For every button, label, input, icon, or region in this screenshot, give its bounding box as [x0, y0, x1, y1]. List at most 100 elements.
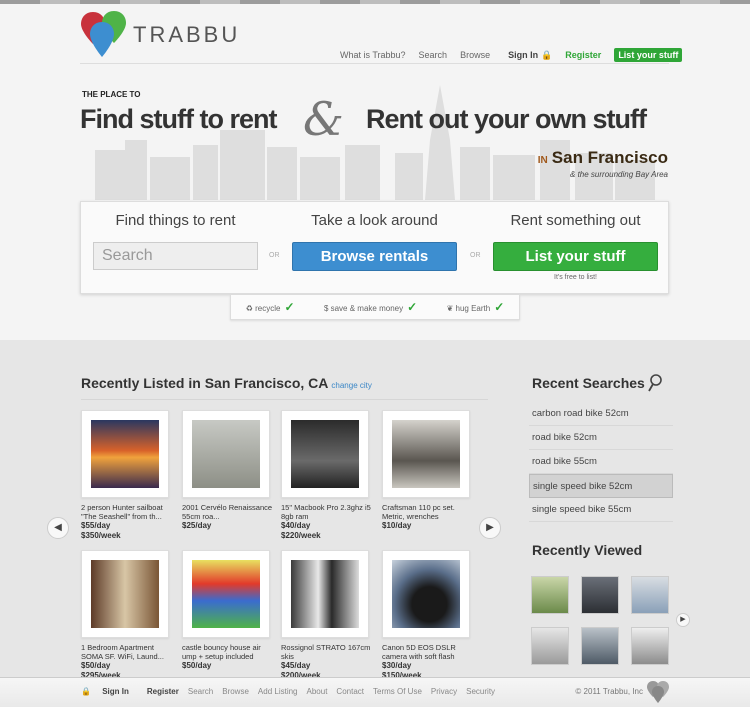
search-input[interactable]: Search [93, 242, 258, 270]
footer-register[interactable]: Register [147, 687, 179, 696]
listing-thumb[interactable] [182, 550, 270, 638]
footer-link-security[interactable]: Security [466, 687, 495, 696]
lock-icon: 🔒 [81, 687, 94, 696]
hero-in-label: IN [537, 155, 548, 166]
recently-viewed-thumb[interactable] [531, 576, 569, 614]
footer-links: 🔒 Sign In Register Search Browse Add Lis… [81, 687, 504, 696]
listing-title[interactable]: Craftsman 110 pc set. Metric, wrenches [382, 503, 474, 521]
sailboat-photo [91, 420, 159, 488]
listing-card[interactable]: 15" Macbook Pro 2.3ghz i5 8gb ram $40/da… [281, 410, 371, 541]
listing-card[interactable]: 2 person Hunter sailboat "The Seashell" … [81, 410, 169, 541]
list-your-stuff-button[interactable]: List your stuff [493, 242, 658, 271]
check-icon: ✓ [284, 300, 295, 314]
listing-title[interactable]: Canon 5D EOS DSLR camera with soft flash [382, 643, 474, 661]
listing-thumb[interactable] [81, 550, 169, 638]
recent-search-item[interactable]: carbon road bike 52cm [529, 402, 673, 426]
listing-title[interactable]: 15" Macbook Pro 2.3ghz i5 8gb ram [281, 503, 373, 521]
nav-browse[interactable]: Browse [460, 50, 490, 60]
listing-thumb[interactable] [182, 410, 270, 498]
carousel-prev-button[interactable]: ◀ [47, 517, 69, 539]
apartment-photo [91, 560, 159, 628]
or-label: OR [269, 252, 280, 259]
arrow-right-icon: ▶ [486, 522, 494, 533]
hero-headline-right: Rent out your own stuff [366, 104, 647, 134]
hero-city: IN San Francisco [538, 148, 668, 168]
nav-list-stuff-button[interactable]: List your stuff [614, 48, 683, 62]
header-divider [80, 63, 669, 64]
perk-recycle: ♻ recycle ✓ [246, 300, 295, 314]
listing-title[interactable]: Rossignol STRATO 167cm skis [281, 643, 373, 661]
footer-sign-in-label: Sign In [102, 687, 129, 696]
recently-listed-title: Recently Listed in San Francisco, CA chan… [81, 375, 372, 391]
recent-search-item-active[interactable]: single speed bike 52cm [529, 474, 673, 498]
listing-card[interactable]: Craftsman 110 pc set. Metric, wrenches $… [382, 410, 470, 531]
footer-link-privacy[interactable]: Privacy [431, 687, 457, 696]
hero-area: TRABBU What is Trabbu? Search Browse Sig… [0, 0, 750, 340]
change-city-link[interactable]: change city [331, 381, 371, 390]
brand-name[interactable]: TRABBU [133, 22, 240, 48]
recently-viewed-title: Recently Viewed [532, 542, 643, 558]
listing-card[interactable]: Rossignol STRATO 167cm skis $45/day $200… [281, 550, 370, 681]
listing-card[interactable]: 1 Bedroom Apartment SOMA SF. WiFi, Laund… [81, 550, 169, 681]
arrow-left-icon: ◀ [54, 522, 62, 533]
check-icon: ✓ [407, 300, 418, 314]
listing-title[interactable]: 2 person Hunter sailboat "The Seashell" … [81, 503, 173, 521]
listing-card[interactable]: Canon 5D EOS DSLR camera with soft flash… [382, 550, 470, 681]
nav-what-is[interactable]: What is Trabbu? [340, 50, 406, 60]
perk-label: save & make money [330, 304, 404, 313]
footer-link-browse[interactable]: Browse [222, 687, 249, 696]
footer-sign-in[interactable]: 🔒 Sign In [81, 687, 138, 696]
browse-rentals-button[interactable]: Browse rentals [292, 242, 457, 271]
sign-in-label: Sign In [508, 49, 539, 60]
listing-card[interactable]: 2001 Cervélo Renaissance 55cm roa... $25… [182, 410, 272, 531]
footer-link-add-listing[interactable]: Add Listing [258, 687, 298, 696]
listing-price-day: $55/day [81, 521, 111, 530]
or-label: OR [470, 252, 481, 259]
listing-thumb[interactable] [382, 410, 470, 498]
listing-thumb[interactable] [81, 410, 169, 498]
recently-viewed-thumb[interactable] [531, 627, 569, 665]
recycle-icon: ♻ [245, 304, 256, 313]
listing-title[interactable]: castle bouncy house air ump + setup incl… [182, 643, 274, 661]
recently-viewed-thumb[interactable] [631, 576, 669, 614]
listing-thumb[interactable] [281, 410, 369, 498]
listing-price-day: $10/day [382, 521, 412, 530]
viewed-next-button[interactable]: ▶ [676, 613, 690, 627]
camera-photo [392, 560, 460, 628]
hero-ampersand: & [303, 92, 344, 146]
recently-viewed-thumb[interactable] [631, 627, 669, 665]
recent-search-item[interactable]: single speed bike 55cm [529, 498, 673, 522]
find-title: Find things to rent [115, 212, 236, 229]
nav-sign-in[interactable]: Sign In 🔒 [508, 50, 552, 61]
listing-thumb[interactable] [382, 550, 470, 638]
footer-link-search[interactable]: Search [188, 687, 213, 696]
listing-price-day: $25/day [182, 521, 212, 530]
recent-searches-title: Recent Searches [532, 375, 645, 391]
bouncy-castle-photo [192, 560, 260, 628]
recently-viewed-thumb[interactable] [581, 576, 619, 614]
listing-price-week: $220/week [281, 531, 321, 540]
perk-label: hug Earth [455, 304, 491, 313]
copyright: © 2011 Trabbu, Inc [575, 687, 643, 696]
check-icon: ✓ [494, 300, 505, 314]
listing-title[interactable]: 1 Bedroom Apartment SOMA SF. WiFi, Laund… [81, 643, 173, 661]
recent-search-item[interactable]: road bike 55cm [529, 450, 673, 474]
leaf-icon: ❦ [446, 304, 456, 313]
carousel-next-button[interactable]: ▶ [479, 517, 501, 539]
listing-card[interactable]: castle bouncy house air ump + setup incl… [182, 550, 270, 671]
listing-title[interactable]: 2001 Cervélo Renaissance 55cm roa... [182, 503, 274, 521]
listing-thumb[interactable] [281, 550, 369, 638]
hero-kicker: THE PLACE TO [82, 90, 141, 99]
perk-save-money: $ save & make money ✓ [324, 300, 417, 314]
action-card: Find things to rent Search OR Take a loo… [80, 201, 669, 294]
nav-search[interactable]: Search [419, 50, 448, 60]
recent-search-item[interactable]: road bike 52cm [529, 426, 673, 450]
trabbu-logo-icon[interactable] [80, 10, 130, 60]
footer-link-contact[interactable]: Contact [336, 687, 364, 696]
nav-register[interactable]: Register [565, 50, 601, 60]
footer-link-terms[interactable]: Terms Of Use [373, 687, 422, 696]
arrow-right-icon: ▶ [680, 616, 686, 623]
listing-price-week: $350/week [81, 531, 121, 540]
recently-viewed-thumb[interactable] [581, 627, 619, 665]
footer-link-about[interactable]: About [307, 687, 328, 696]
